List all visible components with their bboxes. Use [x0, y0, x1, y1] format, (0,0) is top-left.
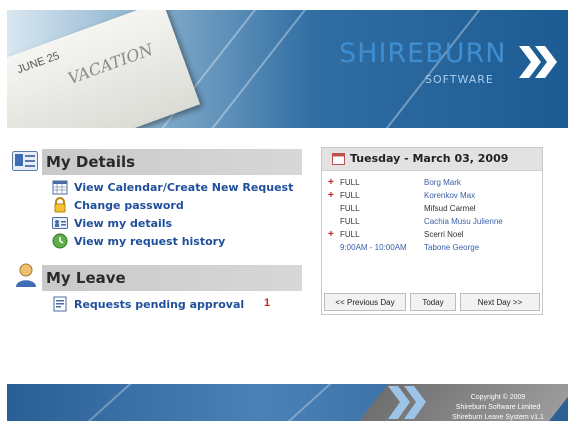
calendar-entry: 9:00AM - 10:00AM Tabone George	[328, 241, 538, 254]
calendar-small-icon	[332, 153, 345, 165]
pending-count: 1	[264, 297, 271, 309]
copyright-text: Copyright © 2009	[470, 394, 526, 401]
view-my-details-link[interactable]: View my details	[52, 215, 172, 231]
document-icon	[53, 296, 67, 312]
my-details-heading: My Details	[42, 149, 302, 175]
calendar-entry: FULL Mifsud Carmel	[328, 202, 538, 215]
next-day-button[interactable]: Next Day >>	[460, 293, 540, 311]
photo-date: JUNE 25	[15, 49, 62, 77]
expand-icon[interactable]: +	[328, 189, 334, 202]
photo-note: VACATION	[65, 39, 156, 89]
entry-name[interactable]: Tabone George	[424, 241, 479, 254]
logo-text: SHIREBURN	[339, 38, 507, 69]
header-banner: JUNE 25 VACATION SHIREBURN SOFTWARE	[7, 10, 568, 128]
entry-name[interactable]: Borg Mark	[424, 176, 461, 189]
details-card-icon	[12, 151, 38, 171]
requests-pending-label[interactable]: Requests pending approval	[74, 298, 244, 311]
entry-type: FULL	[340, 178, 360, 187]
change-password-link[interactable]: Change password	[52, 197, 184, 213]
company-text: Shireburn Software Limited	[455, 404, 541, 411]
calendar-date-title: Tuesday - March 03, 2009	[350, 152, 509, 165]
entry-name[interactable]: Korenkov Max	[424, 189, 475, 202]
previous-day-button[interactable]: << Previous Day	[324, 293, 406, 311]
calendar-entry: + FULL Borg Mark	[328, 176, 538, 189]
vacation-photo: JUNE 25 VACATION	[7, 10, 201, 128]
entry-name: Mifsud Carmel	[424, 204, 476, 213]
entry-type: FULL	[340, 191, 360, 200]
entry-name: Scerri Noel	[424, 230, 464, 239]
calendar-nav: << Previous Day Today Next Day >>	[324, 293, 540, 311]
view-calendar-label[interactable]: View Calendar/Create New Request	[74, 181, 293, 194]
calendar-entry: FULL Cachia Musu Julienne	[328, 215, 538, 228]
footer-text: Copyright © 2009 Shireburn Software Limi…	[433, 393, 563, 423]
logo-subtext: SOFTWARE	[425, 73, 494, 86]
calendar-entry: + FULL Scerri Noel	[328, 228, 538, 241]
calendar-entry: + FULL Korenkov Max	[328, 189, 538, 202]
calendar-header: Tuesday - March 03, 2009	[322, 148, 542, 171]
chevron-footer-icon	[388, 386, 426, 419]
id-card-icon	[52, 217, 68, 229]
expand-icon[interactable]: +	[328, 228, 334, 241]
system-version-text: Shireburn Leave System v1.1	[452, 414, 544, 421]
requests-pending-link[interactable]: Requests pending approval	[52, 296, 244, 312]
entry-type: 9:00AM - 10:00AM	[340, 243, 407, 252]
day-calendar-panel: Tuesday - March 03, 2009 + FULL Borg Mar…	[321, 147, 543, 315]
entry-name[interactable]: Cachia Musu Julienne	[424, 215, 503, 228]
view-request-history-link[interactable]: View my request history	[52, 233, 225, 249]
view-request-history-label[interactable]: View my request history	[74, 235, 225, 248]
calendar-icon	[52, 180, 68, 195]
history-icon	[52, 233, 68, 249]
lock-icon	[54, 197, 66, 213]
entry-type: FULL	[340, 217, 360, 226]
expand-icon[interactable]: +	[328, 176, 334, 189]
view-my-details-label[interactable]: View my details	[74, 217, 172, 230]
today-button[interactable]: Today	[410, 293, 456, 311]
my-leave-heading: My Leave	[42, 265, 302, 291]
entry-type: FULL	[340, 204, 360, 213]
change-password-label[interactable]: Change password	[74, 199, 184, 212]
view-calendar-link[interactable]: View Calendar/Create New Request	[52, 179, 293, 195]
chevron-logo-icon	[519, 46, 557, 78]
user-icon	[16, 263, 36, 287]
entry-type: FULL	[340, 230, 360, 239]
